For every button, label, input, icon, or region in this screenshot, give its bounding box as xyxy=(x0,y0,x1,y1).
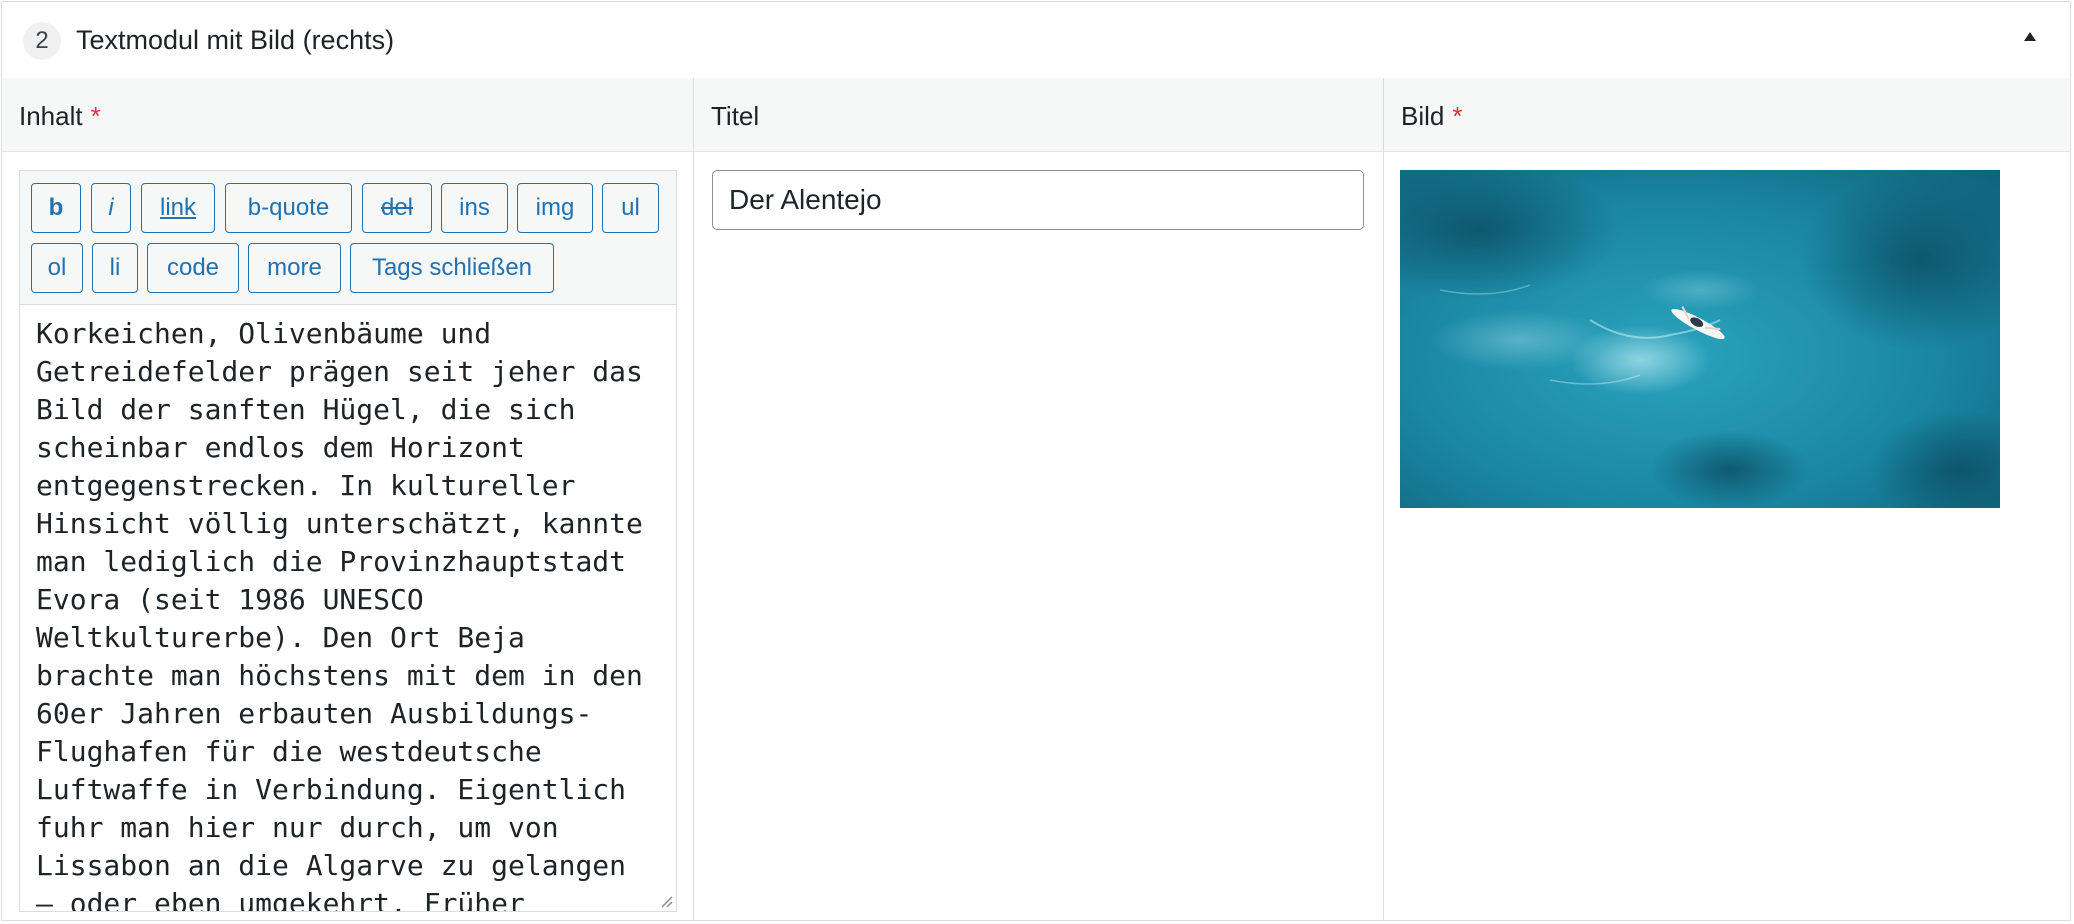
image-field-label: Bild * xyxy=(1401,101,1463,131)
quicktag-italic-button[interactable]: i xyxy=(91,183,131,233)
quicktag-del-button[interactable]: del xyxy=(362,183,432,233)
quicktag-ul-button[interactable]: ul xyxy=(602,183,659,233)
module-title: Textmodul mit Bild (rechts) xyxy=(76,25,395,55)
quicktag-code-button[interactable]: code xyxy=(147,243,239,293)
title-input[interactable]: Der Alentejo xyxy=(712,170,1364,230)
quicktags-toolbar: b i link b-quote del ins img ul ol li co… xyxy=(20,171,676,305)
quicktag-ol-button[interactable]: ol xyxy=(31,243,83,293)
ocean-surfer-image xyxy=(1400,170,2000,508)
quicktag-blockquote-button[interactable]: b-quote xyxy=(225,183,352,233)
module-order-badge: 2 xyxy=(23,22,61,60)
collapse-toggle-icon[interactable] xyxy=(2024,32,2036,41)
content-field-label: Inhalt * xyxy=(19,101,101,131)
title-column-header: Titel xyxy=(694,78,1383,152)
quicktag-link-button[interactable]: link xyxy=(141,183,215,233)
module-header[interactable]: 2 Textmodul mit Bild (rechts) xyxy=(2,2,2070,79)
resize-handle-icon[interactable] xyxy=(659,894,673,908)
content-textarea[interactable]: Korkeichen, Olivenbäume und Getreidefeld… xyxy=(20,305,676,911)
quicktag-img-button[interactable]: img xyxy=(517,183,593,233)
image-preview[interactable] xyxy=(1400,170,2000,508)
quicktag-close-tags-button[interactable]: Tags schließen xyxy=(350,243,554,293)
content-column-header: Inhalt * xyxy=(2,78,693,152)
image-column: Bild * xyxy=(1384,78,2070,920)
required-marker: * xyxy=(90,101,101,131)
quicktag-bold-button[interactable]: b xyxy=(31,183,81,233)
title-field-label: Titel xyxy=(711,101,760,131)
required-marker: * xyxy=(1452,101,1463,131)
content-column: Inhalt * b i link b-quote del ins img ul … xyxy=(2,78,694,920)
title-column: Titel Der Alentejo xyxy=(694,78,1384,920)
flexible-content-module: 2 Textmodul mit Bild (rechts) Inhalt * b … xyxy=(1,1,2071,921)
content-editor: b i link b-quote del ins img ul ol li co… xyxy=(19,170,677,912)
image-column-header: Bild * xyxy=(1384,78,2070,152)
quicktag-li-button[interactable]: li xyxy=(92,243,138,293)
quicktag-ins-button[interactable]: ins xyxy=(441,183,508,233)
quicktag-more-button[interactable]: more xyxy=(248,243,341,293)
